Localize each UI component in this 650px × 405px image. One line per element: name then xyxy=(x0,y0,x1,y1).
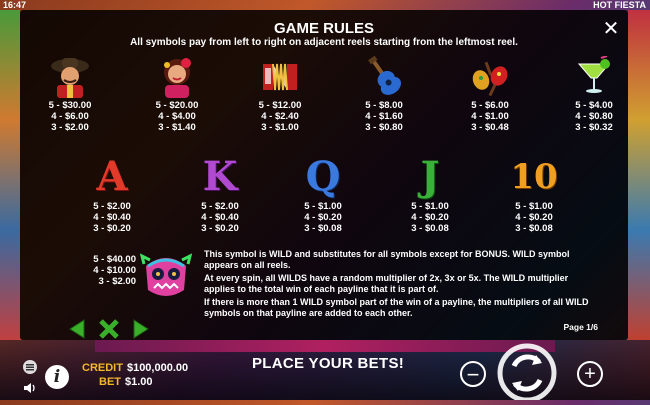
pay-3: 3 - $0.48 xyxy=(471,122,509,133)
symbol-paytable: K 5 - $2.00 4 - $0.40 3 - $0.20 xyxy=(180,153,260,235)
background-decor-left xyxy=(0,10,20,340)
pay-4: 4 - $6.00 xyxy=(51,111,89,122)
number-10-icon: 10 xyxy=(510,157,558,197)
pay-3: 3 - $0.80 xyxy=(365,122,403,133)
pay-5: 5 - $40.00 xyxy=(93,254,136,265)
pay-5: 5 - $2.00 xyxy=(93,201,131,212)
credit-display: CREDIT $100,000.00 xyxy=(82,362,188,374)
pay-3: 3 - $2.00 xyxy=(51,122,89,133)
pay-3: 3 - $1.40 xyxy=(158,122,196,133)
pay-4: 4 - $1.60 xyxy=(365,111,403,122)
pay-3: 3 - $0.08 xyxy=(411,223,449,234)
game-title: HOT FIESTA xyxy=(593,0,646,10)
margarita-icon xyxy=(572,54,616,98)
page-navigation xyxy=(66,318,156,340)
pay-5: 5 - $20.00 xyxy=(155,100,199,111)
rules-panel: ✕ GAME RULES All symbols pay from left t… xyxy=(20,10,628,340)
bet-label: BET xyxy=(99,376,121,388)
prev-page-arrow-icon[interactable] xyxy=(66,318,88,340)
symbol-paytable: 5 - $4.00 4 - $0.80 3 - $0.32 xyxy=(554,54,634,133)
wild-description: This symbol is WILD and substitutes for … xyxy=(204,249,594,322)
credit-value: $100,000.00 xyxy=(126,362,189,374)
pay-5: 5 - $4.00 xyxy=(575,100,613,111)
symbol-paytable: 5 - $30.00 4 - $6.00 3 - $2.00 xyxy=(30,54,110,133)
pay-3: 3 - $0.08 xyxy=(304,223,342,234)
pay-3: 3 - $0.20 xyxy=(201,223,239,234)
pay-5: 5 - $6.00 xyxy=(471,100,509,111)
wild-text-3: If there is more than 1 WILD symbol part… xyxy=(204,297,589,318)
pay-5: 5 - $1.00 xyxy=(515,201,553,212)
rules-subtitle: All symbols pay from left to right on ad… xyxy=(130,37,518,48)
symbol-paytable: 10 5 - $1.00 4 - $0.20 3 - $0.08 xyxy=(494,155,574,234)
letter-j-icon: J xyxy=(420,153,440,200)
wild-text-2: At every spin, all WILDS have a random m… xyxy=(204,273,569,294)
close-x-icon[interactable] xyxy=(98,318,120,340)
mariachi-icon xyxy=(48,54,92,98)
symbol-paytable: Q 5 - $1.00 4 - $0.20 3 - $0.08 xyxy=(283,153,363,235)
reel-frame-decor xyxy=(95,340,555,352)
pay-5: 5 - $12.00 xyxy=(258,100,302,111)
pay-4: 4 - $2.40 xyxy=(261,111,299,122)
wild-paytable: 5 - $40.00 4 - $10.00 3 - $2.00 xyxy=(62,254,136,287)
pay-4: 4 - $1.00 xyxy=(471,111,509,122)
symbol-paytable: J 5 - $1.00 4 - $0.20 3 - $0.08 xyxy=(390,153,470,235)
rules-title: GAME RULES xyxy=(273,20,374,37)
credit-label: CREDIT xyxy=(82,362,123,374)
pay-3: 3 - $2.00 xyxy=(98,276,137,287)
increase-bet-button[interactable]: + xyxy=(577,361,603,387)
pay-5: 5 - $2.00 xyxy=(201,201,239,212)
pay-4: 4 - $0.20 xyxy=(411,212,449,223)
wild-skull-icon xyxy=(139,250,193,302)
guitar-icon xyxy=(362,54,406,98)
letter-a-icon: A xyxy=(96,153,128,200)
page-indicator: Page 1/6 xyxy=(563,322,599,332)
status-message: PLACE YOUR BETS! xyxy=(252,355,405,372)
pay-4: 4 - $10.00 xyxy=(93,265,136,276)
pay-3: 3 - $0.32 xyxy=(575,122,613,133)
pay-5: 5 - $1.00 xyxy=(304,201,342,212)
decrease-bet-button[interactable]: − xyxy=(460,361,486,387)
next-page-arrow-icon[interactable] xyxy=(130,318,152,340)
maracas-icon xyxy=(468,54,512,98)
pay-3: 3 - $0.20 xyxy=(93,223,131,234)
pay-3: 3 - $1.00 xyxy=(261,122,299,133)
symbol-paytable: 5 - $6.00 4 - $1.00 3 - $0.48 xyxy=(450,54,530,133)
pay-4: 4 - $0.20 xyxy=(304,212,342,223)
wild-text-1: This symbol is WILD and substitutes for … xyxy=(204,249,570,270)
pay-4: 4 - $0.40 xyxy=(201,212,239,223)
pay-4: 4 - $0.80 xyxy=(575,111,613,122)
pay-4: 4 - $0.20 xyxy=(515,212,553,223)
clock: 16:47 xyxy=(3,0,27,10)
pay-5: 5 - $1.00 xyxy=(411,201,449,212)
accordion-icon xyxy=(258,54,302,98)
pay-5: 5 - $30.00 xyxy=(48,100,92,111)
symbol-paytable: 5 - $20.00 4 - $4.00 3 - $1.40 xyxy=(137,54,217,133)
sound-icon[interactable] xyxy=(23,381,37,393)
symbol-paytable: 5 - $8.00 4 - $1.60 3 - $0.80 xyxy=(344,54,424,133)
bet-value: $1.00 xyxy=(125,376,153,388)
pay-4: 4 - $4.00 xyxy=(158,111,196,122)
letter-k-icon: K xyxy=(202,153,238,200)
letter-q-icon: Q xyxy=(305,153,341,200)
senorita-icon xyxy=(155,54,199,98)
info-icon[interactable]: i xyxy=(45,365,69,389)
symbol-paytable: 5 - $12.00 4 - $2.40 3 - $1.00 xyxy=(240,54,320,133)
pay-5: 5 - $8.00 xyxy=(365,100,403,111)
status-bar: 16:47 HOT FIESTA xyxy=(0,0,650,10)
symbol-paytable: A 5 - $2.00 4 - $0.40 3 - $0.20 xyxy=(72,153,152,235)
pay-3: 3 - $0.08 xyxy=(515,223,553,234)
pay-4: 4 - $0.40 xyxy=(93,212,131,223)
bet-display: BET $1.00 xyxy=(99,376,153,388)
spin-button[interactable] xyxy=(496,342,558,403)
menu-icon[interactable] xyxy=(22,360,38,374)
